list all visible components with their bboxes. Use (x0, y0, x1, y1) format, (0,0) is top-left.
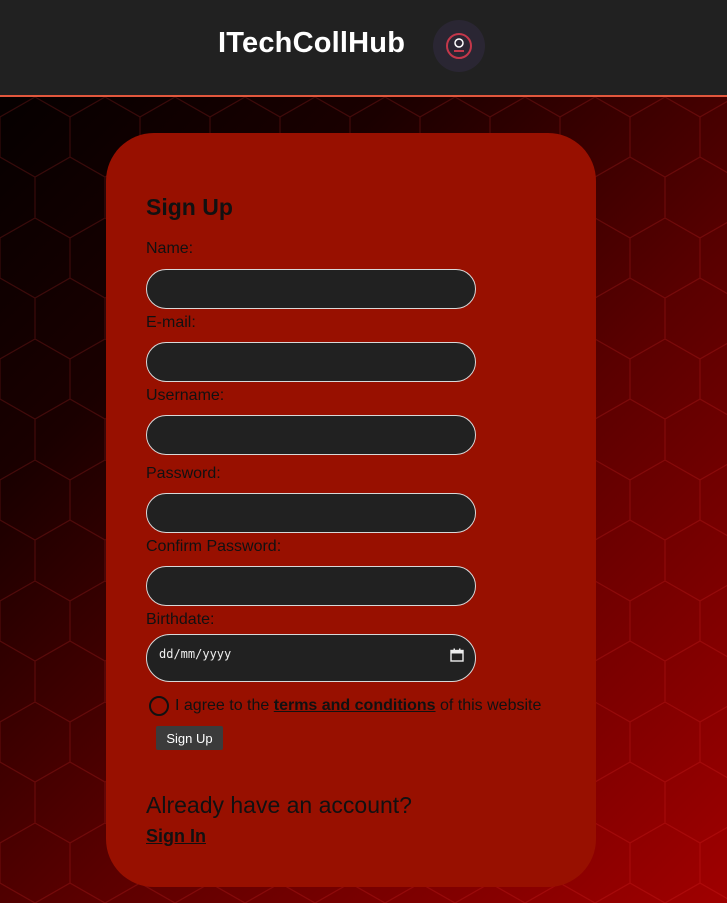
email-input[interactable] (146, 342, 476, 382)
already-account-text: Already have an account? (146, 792, 412, 818)
birthdate-placeholder: dd/mm/yyyy (159, 647, 232, 661)
password-input[interactable] (146, 493, 476, 533)
signup-button[interactable]: Sign Up (156, 726, 223, 750)
top-header: ITechCollHub (0, 0, 727, 97)
username-label: Username: (146, 387, 225, 404)
terms-prefix: I agree to the (175, 697, 274, 714)
confirm-password-input[interactable] (146, 566, 476, 606)
form-title: Sign Up (146, 194, 233, 220)
signin-link[interactable]: Sign In (146, 826, 206, 847)
password-label: Password: (146, 465, 221, 482)
birthdate-input[interactable]: dd/mm/yyyy (146, 634, 476, 682)
terms-agree-radio[interactable] (149, 696, 169, 716)
name-label: Name: (146, 240, 194, 257)
calendar-icon[interactable] (450, 648, 464, 665)
logo-icon[interactable] (433, 20, 485, 72)
confirm-password-label: Confirm Password: (146, 538, 282, 555)
signup-card: Sign Up Name: E-mail: Username: Password… (106, 133, 596, 887)
terms-text: I agree to the terms and conditions of t… (175, 697, 541, 715)
brand-title: ITechCollHub (218, 27, 406, 59)
birthdate-label: Birthdate: (146, 611, 215, 628)
name-input[interactable] (146, 269, 476, 309)
terms-row: I agree to the terms and conditions of t… (149, 695, 589, 717)
username-input[interactable] (146, 415, 476, 455)
terms-link[interactable]: terms and conditions (274, 697, 436, 714)
terms-suffix: of this website (435, 697, 542, 714)
email-label: E-mail: (146, 314, 196, 331)
